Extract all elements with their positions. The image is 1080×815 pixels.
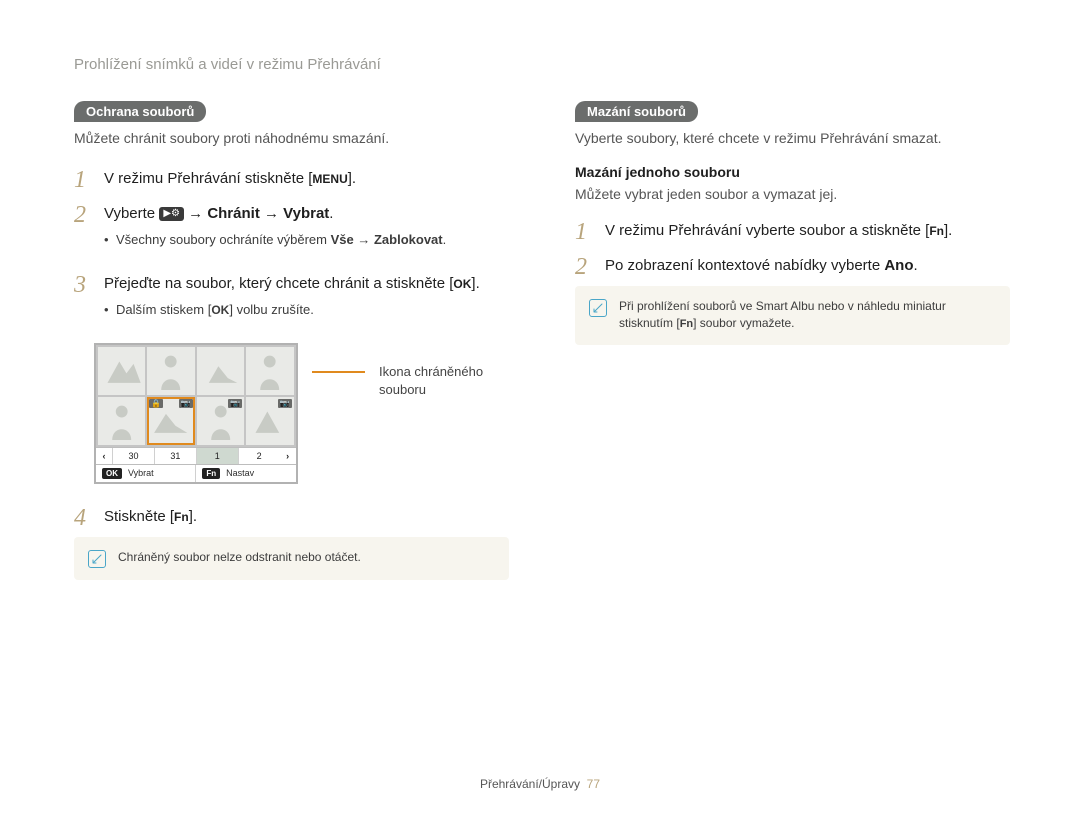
thumbnail [197,347,244,395]
date-segment-active: 1 [196,448,238,464]
arrow: → [354,232,374,247]
page-number: 77 [587,777,600,791]
ok-action: Vybrat [128,468,154,478]
heading-pill-delete: Mazání souborů [575,101,698,122]
heading-pill-protect: Ochrana souborů [74,101,206,122]
ok-key-label: OK [102,468,122,479]
text: Přejeďte na soubor, který chcete chránit… [104,275,453,292]
step-2-bullet: Všechny soubory ochráníte výběrem Vše → … [104,230,509,251]
option-zablokovat: Zablokovat [374,232,443,247]
info-note-icon [589,299,607,317]
subheading-delete-one: Mazání jednoho souboru [575,164,1010,180]
video-icon: 📷 [179,399,193,408]
callout-leader-line [312,371,365,373]
text: ] soubor vymažete. [693,316,794,330]
step-number: 4 [74,506,90,530]
right-column: Mazání souborů Vyberte soubory, které ch… [575,101,1010,580]
note-box: Při prohlížení souborů ve Smart Albu neb… [575,286,1010,345]
step-number: 2 [74,203,90,227]
text: Všechny soubory ochráníte výběrem [116,232,331,247]
menu-vybrat: Vybrat [283,205,329,222]
step-number: 3 [74,273,90,297]
step-number: 1 [74,168,90,192]
text: . [329,205,333,222]
ok-key: OK [453,274,471,295]
arrow: → [184,205,207,222]
page-footer: Přehrávání/Úpravy 77 [0,777,1080,791]
section-title: Prohlížení snímků a videí v režimu Přehr… [74,56,1010,73]
callout-label: Ikona chráněného souboru [379,363,509,399]
fn-key-label: Fn [202,468,220,479]
step-2-text: Vyberte ▶⚙ → Chránit → Vybrat. Všechny s… [104,202,509,261]
figure-protected-thumbnails: 🔒 📷 📷 📷 ‹ [94,343,509,484]
thumbnail [147,347,194,395]
step-3-text: Přejeďte na soubor, který chcete chránit… [104,272,509,331]
playback-settings-icon: ▶⚙ [159,207,184,221]
date-bar: ‹ 30 31 1 2 › [96,447,296,464]
menu-key: MENU [312,169,347,190]
note-text: Chráněný soubor nelze odstranit nebo otá… [118,549,361,566]
note-box: Chráněný soubor nelze odstranit nebo otá… [74,537,509,580]
footer-section: Přehrávání/Úpravy [480,777,580,791]
ok-key: OK [211,300,229,321]
step-number: 1 [575,220,591,244]
thumbnail [98,397,145,445]
chevron-left-icon: ‹ [96,451,112,461]
text: V režimu Přehrávání vyberte soubor a sti… [605,222,929,239]
lock-icon: 🔒 [149,399,163,408]
right-step-2-text: Po zobrazení kontextové nabídky vyberte … [605,254,1010,278]
fn-key: Fn [174,507,189,528]
text: ]. [944,222,952,239]
text: . [914,257,918,274]
fn-key: Fn [680,316,693,333]
text: Po zobrazení kontextové nabídky vyberte [605,257,884,274]
camera-screen: 🔒 📷 📷 📷 ‹ [94,343,298,484]
text: ] volbu zrušíte. [229,302,314,317]
subintro-delete-one: Můžete vybrat jeden soubor a vymazat jej… [575,186,1010,202]
fn-key: Fn [929,221,944,242]
text: . [443,232,447,247]
arrow: → [260,205,283,222]
step-number: 2 [575,255,591,279]
right-step-1-text: V režimu Přehrávání vyberte soubor a sti… [605,219,1010,243]
menu-chranit: Chránit [207,205,260,222]
intro-protect: Můžete chránit soubory proti náhodnému s… [74,130,509,146]
option-vse: Vše [331,232,354,247]
step-3-bullet: Dalším stiskem [OK] volbu zrušíte. [104,300,509,321]
text: Vyberte [104,205,159,222]
note-text: Při prohlížení souborů ve Smart Albu neb… [619,298,996,333]
button-bar: OK Vybrat Fn Nastav [96,464,296,482]
video-icon: 📷 [278,399,292,408]
date-segment: 31 [154,448,196,464]
option-ano: Ano [884,257,913,274]
thumbnail: 📷 [197,397,244,445]
thumbnail-selected: 🔒 📷 [147,397,194,445]
text: V režimu Přehrávání stiskněte [ [104,170,312,187]
text: Stiskněte [ [104,508,174,525]
date-segment: 30 [112,448,154,464]
left-column: Ochrana souborů Můžete chránit soubory p… [74,101,509,580]
step-1-text: V režimu Přehrávání stiskněte [MENU]. [104,167,509,191]
step-4-text: Stiskněte [Fn]. [104,505,509,529]
date-segment: 2 [238,448,280,464]
thumbnail [98,347,145,395]
intro-delete: Vyberte soubory, které chcete v režimu P… [575,130,1010,146]
text: ]. [348,170,356,187]
text: ]. [471,275,479,292]
text: ]. [189,508,197,525]
info-note-icon [88,550,106,568]
thumbnail [246,347,293,395]
fn-action: Nastav [226,468,254,478]
thumbnail: 📷 [246,397,293,445]
text: Dalším stiskem [ [116,302,211,317]
chevron-right-icon: › [280,451,296,461]
video-icon: 📷 [228,399,242,408]
